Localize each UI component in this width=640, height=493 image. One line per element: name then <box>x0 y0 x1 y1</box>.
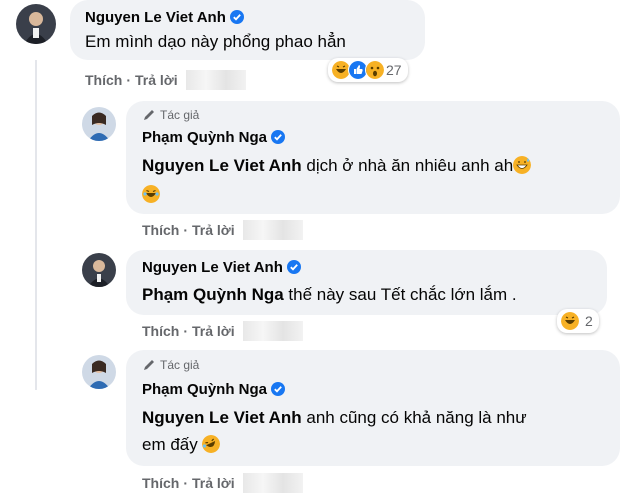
haha-icon <box>560 311 580 331</box>
reply-link[interactable]: Trả lời <box>192 323 235 339</box>
comment-author-name[interactable]: Phạm Quỳnh Nga <box>142 129 286 148</box>
timestamp-blurred <box>242 321 303 341</box>
author-badge: Tác giả <box>142 358 199 372</box>
comment-text: Phạm Quỳnh Nga thế này sau Tết chắc lớn … <box>142 280 517 309</box>
separator: · <box>126 72 132 88</box>
author-name-text[interactable]: Phạm Quỳnh Nga <box>142 381 267 398</box>
author-name-text[interactable]: Nguyen Le Viet Anh <box>142 259 283 276</box>
author-badge-label: Tác giả <box>160 108 200 122</box>
comment-text: Em mình dạo này phổng phao hẳn <box>85 32 346 51</box>
pencil-icon <box>144 110 154 120</box>
comment-actions: Thích · Trả lời <box>142 220 303 240</box>
verified-badge-icon <box>286 260 301 278</box>
comment-author-name[interactable]: Phạm Quỳnh Nga <box>142 381 286 400</box>
comment-text-line: anh cũng có khả năng là như <box>301 408 527 427</box>
comment-actions: Thích · Trả lời <box>85 70 246 90</box>
verified-badge-icon <box>271 382 286 400</box>
mention-link[interactable]: Nguyen Le Viet Anh <box>142 156 302 175</box>
avatar[interactable] <box>16 4 56 44</box>
comment-emoji-line <box>142 180 160 209</box>
avatar[interactable] <box>82 253 116 287</box>
pencil-icon <box>144 360 154 370</box>
grinning-sweat-icon <box>513 156 532 174</box>
reply-link[interactable]: Trả lời <box>192 222 235 238</box>
separator: · <box>183 323 189 339</box>
comment-text-line-2: em đấy <box>142 430 221 459</box>
timestamp-blurred <box>242 473 303 493</box>
comment-author-name[interactable]: Nguyen Le Viet Anh <box>142 259 301 278</box>
timestamp-blurred <box>185 70 246 90</box>
laughing-tears-icon <box>142 185 160 203</box>
comment-actions: Thích · Trả lời <box>142 321 303 341</box>
timestamp-blurred <box>242 220 303 240</box>
comment-actions: Thích · Trả lời <box>142 473 303 493</box>
thread-line <box>35 60 37 390</box>
author-badge: Tác giả <box>142 108 199 122</box>
author-name-text[interactable]: Nguyen Le Viet Anh <box>85 9 226 26</box>
comment-text: Nguyen Le Viet Anh dịch ở nhà ăn nhiêu a… <box>142 151 532 180</box>
separator: · <box>183 475 189 491</box>
comment-author-name[interactable]: Nguyen Le Viet Anh <box>85 9 244 28</box>
wow-icon <box>365 60 385 80</box>
reply-link[interactable]: Trả lời <box>192 475 235 491</box>
reply-link[interactable]: Trả lời <box>135 72 178 88</box>
verified-badge-icon <box>271 130 286 148</box>
author-name-text[interactable]: Phạm Quỳnh Nga <box>142 129 267 146</box>
avatar[interactable] <box>82 355 116 389</box>
rolling-laughing-icon <box>202 435 221 453</box>
separator: · <box>183 222 189 238</box>
verified-badge-icon <box>229 10 244 28</box>
like-link[interactable]: Thích <box>85 72 122 88</box>
like-link[interactable]: Thích <box>142 222 179 238</box>
reaction-summary[interactable]: 27 <box>328 58 408 82</box>
like-link[interactable]: Thích <box>142 475 179 491</box>
reaction-summary[interactable]: 2 <box>557 309 599 333</box>
mention-link[interactable]: Phạm Quỳnh Nga <box>142 285 284 304</box>
like-link[interactable]: Thích <box>142 323 179 339</box>
mention-link[interactable]: Nguyen Le Viet Anh <box>142 408 302 427</box>
comment-text-line: thế này sau Tết chắc lớn lắm . <box>283 285 517 304</box>
author-badge-label: Tác giả <box>160 358 200 372</box>
reaction-count: 27 <box>386 62 402 78</box>
comment-text-line: dịch ở nhà ăn nhiêu anh ah <box>301 156 514 175</box>
reaction-count: 2 <box>585 313 593 329</box>
avatar[interactable] <box>82 107 116 141</box>
comment-text-line: em đấy <box>142 435 198 454</box>
comment-text: Nguyen Le Viet Anh anh cũng có khả năng … <box>142 403 527 432</box>
